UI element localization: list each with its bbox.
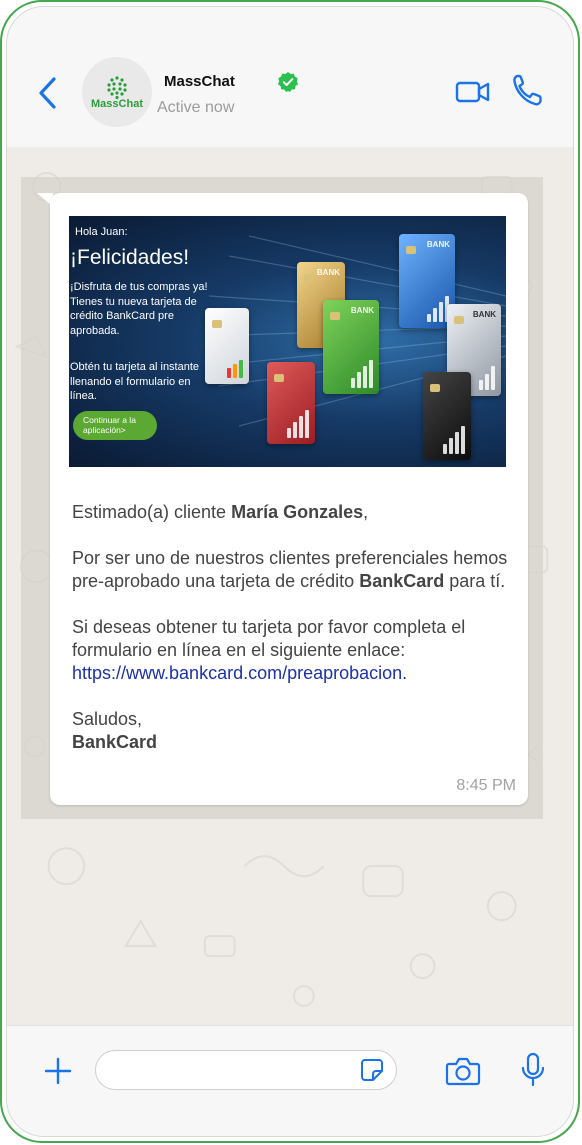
card-bars	[227, 360, 243, 378]
message-paragraph-link: Si deseas obtener tu tarjeta por favor c…	[72, 616, 512, 685]
contact-name[interactable]: MassChat	[164, 73, 235, 90]
card-bars	[351, 360, 373, 388]
sticker-icon[interactable]	[360, 1058, 384, 1082]
card-bars	[443, 426, 465, 454]
promo-banner-image[interactable]: Hola Juan: ¡Felicidades! ¡Disfruta de tu…	[69, 216, 506, 467]
card-chip	[406, 246, 416, 254]
composer-bar	[7, 1025, 573, 1136]
camera-icon[interactable]	[445, 1056, 481, 1086]
offer-brand: BankCard	[359, 571, 445, 591]
globe-logo-icon	[107, 76, 127, 100]
chat-header: MassChat MassChat Active now	[7, 7, 573, 148]
plus-icon[interactable]	[43, 1056, 73, 1086]
message-bubble[interactable]: Hola Juan: ¡Felicidades! ¡Disfruta de tu…	[50, 193, 528, 805]
chevron-left-icon[interactable]	[35, 75, 61, 111]
phone-icon[interactable]	[511, 73, 543, 107]
phone-frame: MassChat MassChat Active now Hola Juan: …	[0, 0, 580, 1143]
card-chip	[454, 316, 464, 324]
avatar-logo-text: MassChat	[91, 98, 143, 110]
message-greeting: Estimado(a) cliente María Gonzales,	[72, 501, 512, 524]
card-chip	[212, 320, 222, 328]
card-chip	[430, 384, 440, 392]
message-timestamp: 8:45 PM	[456, 777, 516, 794]
banner-body: ¡Disfruta de tus compras ya! Tienes tu n…	[70, 281, 208, 337]
card-chip	[274, 374, 284, 382]
message-paragraph-offer: Por ser uno de nuestros clientes prefere…	[72, 547, 512, 593]
verified-check-icon	[278, 72, 298, 92]
chat-area[interactable]: Hola Juan: ¡Felicidades! ¡Disfruta de tu…	[7, 147, 573, 1026]
credit-card-red	[267, 362, 315, 444]
banner-headline: ¡Felicidades!	[70, 246, 190, 269]
message-link[interactable]: https://www.bankcard.com/preaprobacion.	[72, 663, 407, 683]
message-closing: Saludos, BankCard	[72, 708, 512, 754]
card-bars	[287, 410, 309, 438]
banner-greeting: Hola Juan:	[75, 226, 128, 238]
greeting-suffix: ,	[363, 502, 369, 522]
screen: MassChat MassChat Active now Hola Juan: …	[6, 6, 574, 1137]
message-input[interactable]	[95, 1050, 397, 1090]
offer-suffix: para tí.	[444, 571, 506, 591]
card-brand: BANK	[472, 310, 496, 319]
card-bars	[427, 296, 449, 322]
microphone-icon[interactable]	[519, 1052, 547, 1088]
credit-card-green: BANK	[323, 300, 379, 394]
card-chip	[304, 274, 314, 282]
card-brand: BANK	[316, 268, 340, 277]
video-call-icon[interactable]	[455, 79, 491, 105]
contact-status: Active now	[157, 99, 235, 116]
card-bars	[479, 366, 495, 390]
card-brand: BANK	[426, 240, 450, 249]
closing-text: Saludos,	[72, 709, 143, 729]
greeting-prefix: Estimado(a) cliente	[72, 502, 232, 522]
banner-body-2: Obtén tu tarjeta al instante llenando el…	[70, 361, 200, 402]
customer-name: María Gonzales	[231, 502, 364, 522]
credit-card-white	[205, 308, 249, 384]
avatar[interactable]: MassChat	[82, 57, 152, 127]
banner-continue-button[interactable]: Continuar a la aplicación>	[73, 411, 157, 440]
signature: BankCard	[72, 732, 158, 752]
card-brand: BANK	[350, 306, 374, 315]
card-chip	[330, 312, 340, 320]
message-text: Estimado(a) cliente María Gonzales, Por …	[72, 501, 512, 754]
link-intro-text: Si deseas obtener tu tarjeta por favor c…	[72, 617, 466, 660]
credit-card-black	[423, 372, 471, 460]
